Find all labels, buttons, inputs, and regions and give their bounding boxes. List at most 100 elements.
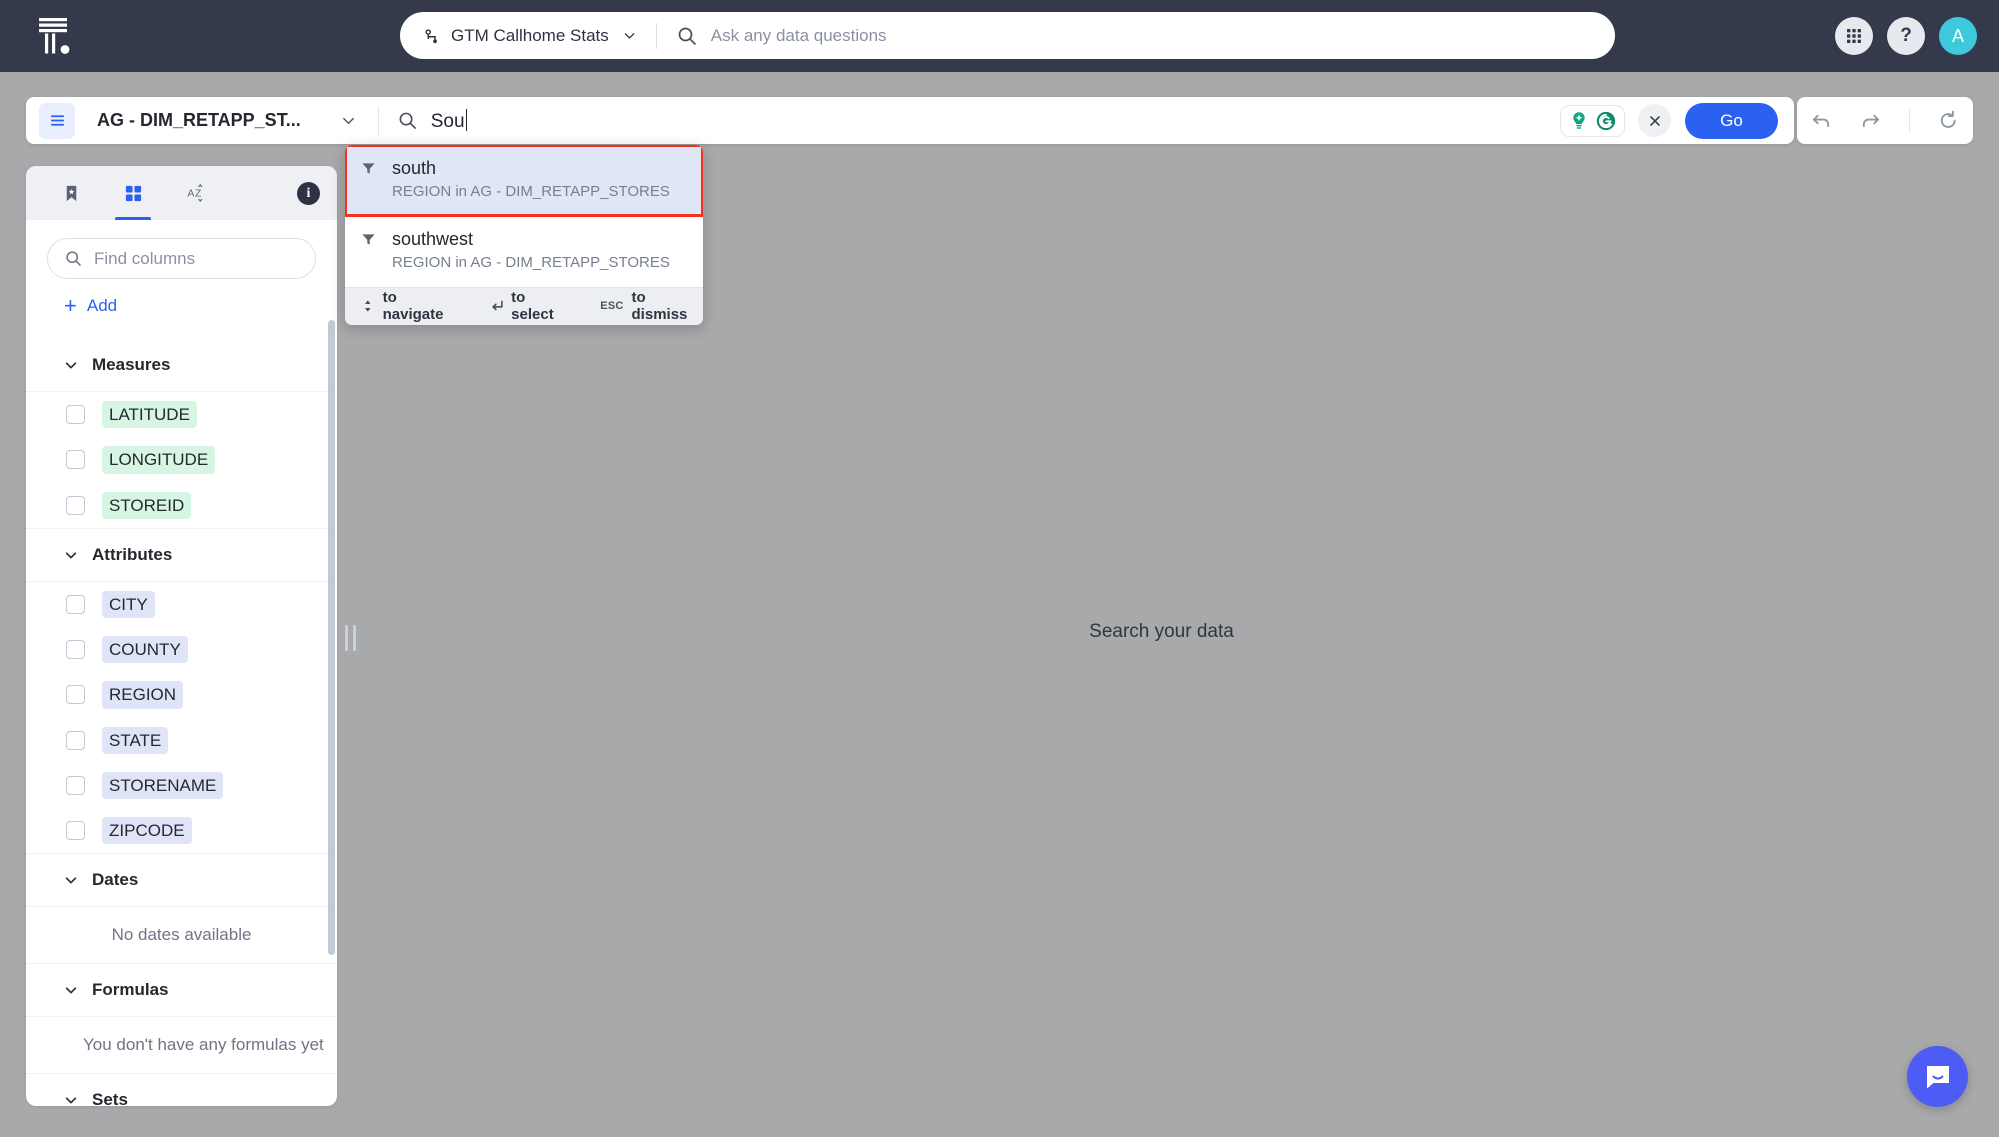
- section-header-formulas[interactable]: Formulas: [26, 963, 337, 1018]
- global-search-placeholder: Ask any data questions: [710, 25, 887, 45]
- column-checkbox[interactable]: [66, 450, 85, 470]
- column-item[interactable]: LONGITUDE: [26, 437, 337, 482]
- column-item[interactable]: STORENAME: [26, 763, 337, 808]
- divider: [1909, 108, 1910, 133]
- data-panel-toggle-button[interactable]: [39, 102, 75, 139]
- add-column-button[interactable]: + Add: [26, 279, 337, 331]
- tab-bookmarks[interactable]: [40, 166, 102, 220]
- clear-search-button[interactable]: [1638, 104, 1671, 137]
- close-icon: [1649, 115, 1660, 126]
- column-label: STORENAME: [102, 771, 224, 799]
- chevron-down-icon: [65, 552, 77, 559]
- column-item[interactable]: STOREID: [26, 483, 337, 528]
- column-checkbox[interactable]: [66, 405, 85, 425]
- suggestion-item-southwest[interactable]: southwest REGION in AG - DIM_RETAPP_STOR…: [345, 216, 703, 287]
- dates-empty-message: No dates available: [111, 925, 252, 945]
- columns-scroll-area[interactable]: Measures LATITUDE LONGITUDE STOREID Attr…: [26, 339, 337, 1106]
- section-title: Dates: [92, 870, 139, 890]
- grammarly-widget[interactable]: [1560, 104, 1625, 137]
- column-checkbox[interactable]: [66, 730, 85, 750]
- hint-label: to dismiss: [631, 289, 688, 324]
- column-item[interactable]: LATITUDE: [26, 392, 337, 437]
- section-header-dates[interactable]: Dates: [26, 853, 337, 908]
- find-columns-input[interactable]: Find columns: [47, 238, 316, 279]
- panel-tabs: A Z i: [26, 166, 337, 220]
- datasource-selector[interactable]: GTM Callhome Stats: [400, 12, 656, 59]
- column-checkbox[interactable]: [66, 640, 85, 660]
- suggestion-item-south[interactable]: south REGION in AG - DIM_RETAPP_STORES: [345, 145, 703, 217]
- filter-icon: [362, 234, 375, 245]
- datasource-name: GTM Callhome Stats: [451, 25, 609, 45]
- column-label: COUNTY: [102, 636, 188, 664]
- help-label: ?: [1900, 25, 1912, 46]
- sort-az-icon: A Z: [187, 183, 202, 202]
- column-item[interactable]: ZIPCODE: [26, 808, 337, 853]
- resize-bar: [353, 625, 356, 651]
- chevron-down-icon: [65, 362, 77, 369]
- data-columns-panel: A Z i Find columns + Add Measures LATITU…: [26, 166, 337, 1106]
- global-search-bar[interactable]: GTM Callhome Stats Ask any data question…: [400, 12, 1615, 59]
- chevron-down-icon: [65, 987, 77, 994]
- avatar-initial: A: [1951, 25, 1964, 46]
- grammarly-lightbulb-icon: [1573, 111, 1585, 129]
- search-icon: [399, 112, 416, 129]
- reset-circular-arrow-icon[interactable]: [1938, 110, 1959, 131]
- search-bar: AG - DIM_RETAPP_ST... Sou Go: [26, 97, 1794, 144]
- thoughtspot-logo-icon: [39, 18, 70, 54]
- column-checkbox[interactable]: [66, 495, 85, 515]
- column-checkbox[interactable]: [66, 685, 85, 705]
- add-label: Add: [86, 296, 118, 315]
- worksheet-name[interactable]: AG - DIM_RETAPP_ST...: [97, 110, 301, 131]
- tab-columns[interactable]: [102, 166, 164, 220]
- suggestion-subtitle: REGION in AG - DIM_RETAPP_STORES: [392, 254, 670, 272]
- chevron-down-icon[interactable]: [341, 113, 356, 128]
- help-button[interactable]: ?: [1887, 17, 1925, 55]
- search-query-input[interactable]: Sou: [379, 108, 1560, 133]
- search-icon: [66, 251, 81, 266]
- intercom-chat-button[interactable]: [1907, 1046, 1968, 1107]
- section-title: Sets: [92, 1090, 128, 1106]
- global-search-input[interactable]: Ask any data questions: [657, 26, 1615, 46]
- canvas-empty-message: Search your data: [1089, 621, 1234, 642]
- suggestion-keyboard-hints: to navigate to select ESC to dismiss: [345, 286, 703, 325]
- section-header-sets[interactable]: Sets: [26, 1073, 337, 1106]
- hint-select: to select: [490, 289, 571, 323]
- column-label: STATE: [102, 726, 169, 754]
- suggestion-subtitle: REGION in AG - DIM_RETAPP_STORES: [392, 183, 670, 201]
- column-checkbox[interactable]: [66, 821, 85, 841]
- panel-scrollbar[interactable]: [328, 320, 335, 955]
- thoughtspot-logo[interactable]: [0, 0, 110, 72]
- find-columns-wrapper: Find columns: [26, 220, 337, 279]
- section-header-attributes[interactable]: Attributes: [26, 527, 337, 582]
- panel-resize-handle[interactable]: [345, 625, 356, 651]
- column-label: LATITUDE: [102, 401, 197, 429]
- search-query-value: Sou: [430, 110, 465, 132]
- column-label: STOREID: [102, 491, 192, 519]
- column-item[interactable]: COUNTY: [26, 627, 337, 672]
- redo-arrow-icon[interactable]: [1860, 110, 1881, 131]
- go-button[interactable]: Go: [1685, 102, 1778, 139]
- column-label: REGION: [102, 681, 184, 709]
- section-title: Measures: [92, 355, 171, 374]
- hint-key-esc: ESC: [600, 300, 624, 313]
- undo-arrow-icon[interactable]: [1811, 110, 1832, 131]
- column-label: ZIPCODE: [102, 817, 192, 845]
- column-checkbox[interactable]: [66, 594, 85, 614]
- info-label: i: [306, 185, 311, 201]
- column-item[interactable]: REGION: [26, 672, 337, 717]
- panel-info-button[interactable]: i: [297, 182, 320, 205]
- svg-text:Z: Z: [195, 188, 202, 199]
- section-header-measures[interactable]: Measures: [26, 339, 337, 392]
- formulas-empty-message: You don't have any formulas yet: [83, 1035, 324, 1055]
- column-checkbox[interactable]: [66, 775, 85, 795]
- tab-sort[interactable]: A Z: [164, 166, 226, 220]
- column-item[interactable]: STATE: [26, 718, 337, 763]
- section-title: Formulas: [92, 980, 169, 1000]
- history-controls: [1797, 97, 1973, 144]
- suggestion-title: southwest: [392, 228, 474, 249]
- search-icon: [678, 27, 696, 45]
- column-item[interactable]: CITY: [26, 582, 337, 627]
- grammarly-logo-icon: [1596, 111, 1616, 130]
- user-avatar[interactable]: A: [1939, 17, 1977, 55]
- apps-grid-button[interactable]: [1835, 17, 1873, 55]
